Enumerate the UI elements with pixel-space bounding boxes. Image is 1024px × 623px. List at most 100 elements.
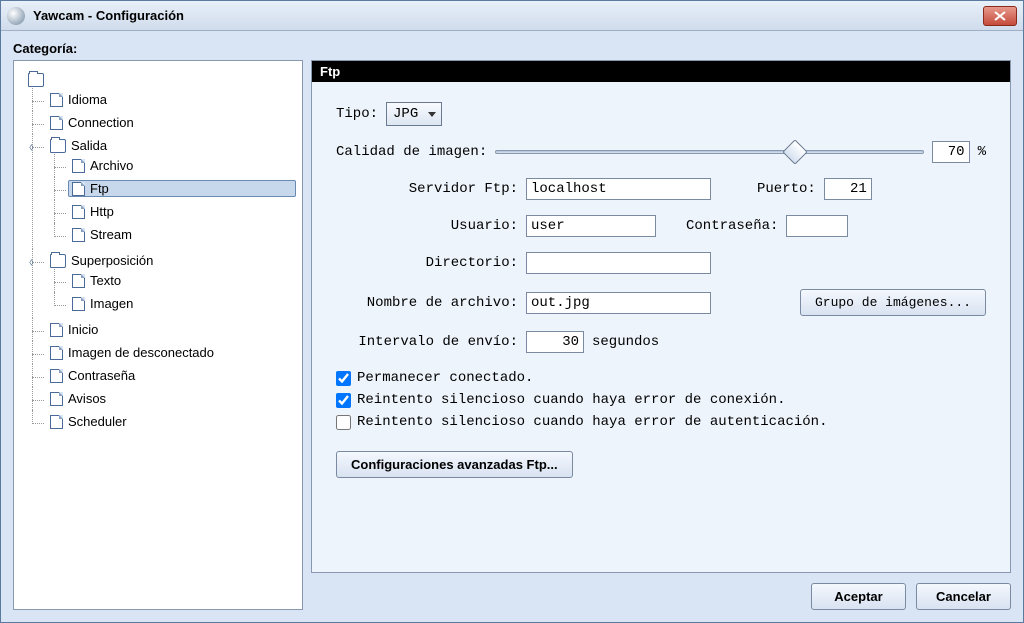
file-icon [72, 228, 85, 242]
file-icon [50, 369, 63, 383]
expander-icon[interactable]: ⬨ [27, 259, 36, 268]
row-tipo: Tipo: JPG [336, 102, 986, 126]
advanced-ftp-button[interactable]: Configuraciones avanzadas Ftp... [336, 451, 573, 478]
row-intervalo: Intervalo de envío: segundos [336, 331, 986, 353]
titlebar[interactable]: Yawcam - Configuración [1, 1, 1023, 31]
intervalo-label: Intervalo de envío: [336, 334, 518, 350]
contrasena-label: Contraseña: [686, 218, 778, 234]
intervalo-unit: segundos [592, 334, 659, 350]
tree-item-archivo[interactable]: Archivo [68, 157, 296, 174]
chk-reintento-auth-box[interactable] [336, 415, 351, 430]
tree-item-idioma[interactable]: Idioma [46, 91, 296, 108]
directorio-input[interactable] [526, 252, 711, 274]
chk-reintento-conn[interactable]: Reintento silencioso cuando haya error d… [336, 392, 986, 408]
dialog-footer: Aceptar Cancelar [311, 573, 1011, 610]
row-usuario: Usuario: Contraseña: [336, 215, 986, 237]
tree-label: Avisos [68, 391, 106, 406]
tree-item-stream[interactable]: Stream [68, 226, 296, 243]
tree-item-imagen-desconectado[interactable]: Imagen de desconectado [46, 344, 296, 361]
tree-label: Ftp [90, 181, 109, 196]
file-icon [50, 346, 63, 360]
tree-label: Scheduler [68, 414, 127, 429]
chk-reintento-conn-box[interactable] [336, 393, 351, 408]
puerto-input[interactable] [824, 178, 872, 200]
row-advanced: Configuraciones avanzadas Ftp... [336, 445, 986, 478]
tree-label: Salida [71, 138, 107, 153]
servidor-input[interactable] [526, 178, 711, 200]
window-title: Yawcam - Configuración [33, 8, 983, 23]
directorio-label: Directorio: [336, 255, 518, 271]
cancel-button[interactable]: Cancelar [916, 583, 1011, 610]
app-icon [7, 7, 25, 25]
archivo-label: Nombre de archivo: [336, 295, 518, 311]
slider-thumb[interactable] [782, 139, 807, 164]
checkbox-group: Permanecer conectado. Reintento silencio… [336, 368, 986, 430]
file-icon [72, 297, 85, 311]
slider-track [495, 150, 923, 154]
tree-label: Imagen de desconectado [68, 345, 214, 360]
calidad-label: Calidad de imagen: [336, 144, 487, 160]
tree-item-texto[interactable]: Texto [68, 272, 296, 289]
category-tree: Idioma Connection ⬨ Salida Archivo Ftp H… [20, 69, 296, 436]
tree-label: Texto [90, 273, 121, 288]
tree-label: Idioma [68, 92, 107, 107]
tree-label: Superposición [71, 253, 153, 268]
file-icon [50, 116, 63, 130]
content-area: Categoría: Idioma Connection ⬨ Salida [1, 31, 1023, 622]
row-directorio: Directorio: [336, 252, 986, 274]
config-window: Yawcam - Configuración Categoría: Idioma… [0, 0, 1024, 623]
tree-item-connection[interactable]: Connection [46, 114, 296, 131]
file-icon [72, 159, 85, 173]
tree-item-imagen[interactable]: Imagen [68, 295, 296, 312]
tree-item-inicio[interactable]: Inicio [46, 321, 296, 338]
tree-label: Imagen [90, 296, 133, 311]
chk-permanecer[interactable]: Permanecer conectado. [336, 370, 986, 386]
accept-button[interactable]: Aceptar [811, 583, 906, 610]
servidor-label: Servidor Ftp: [336, 181, 518, 197]
chk-reintento-auth[interactable]: Reintento silencioso cuando haya error d… [336, 414, 986, 430]
file-icon [50, 415, 63, 429]
folder-icon [50, 254, 66, 268]
archivo-input[interactable] [526, 292, 711, 314]
calidad-suffix: % [978, 144, 986, 160]
calidad-value-input[interactable] [932, 141, 970, 163]
tree-label: Archivo [90, 158, 133, 173]
file-icon [72, 205, 85, 219]
close-button[interactable] [983, 6, 1017, 26]
tree-label: Contraseña [68, 368, 135, 383]
tree-label: Http [90, 204, 114, 219]
tree-item-ftp[interactable]: Ftp [68, 180, 296, 197]
row-archivo: Nombre de archivo: Grupo de imágenes... [336, 289, 986, 316]
chk-reintento-auth-label: Reintento silencioso cuando haya error d… [357, 414, 827, 430]
folder-icon [50, 139, 66, 153]
usuario-label: Usuario: [336, 218, 518, 234]
tree-item-http[interactable]: Http [68, 203, 296, 220]
tree-label: Stream [90, 227, 132, 242]
row-servidor: Servidor Ftp: Puerto: [336, 178, 986, 200]
file-icon [50, 392, 63, 406]
usuario-input[interactable] [526, 215, 656, 237]
category-heading: Categoría: [13, 37, 1011, 60]
tree-item-salida[interactable]: Salida [46, 137, 296, 154]
tree-item-contrasena[interactable]: Contraseña [46, 367, 296, 384]
tipo-label: Tipo: [336, 106, 378, 122]
expander-icon[interactable]: ⬨ [27, 144, 36, 153]
calidad-slider[interactable] [495, 142, 923, 162]
tree-root[interactable] [24, 72, 296, 88]
row-calidad: Calidad de imagen: % [336, 141, 986, 163]
tree-item-avisos[interactable]: Avisos [46, 390, 296, 407]
chk-permanecer-box[interactable] [336, 371, 351, 386]
intervalo-input[interactable] [526, 331, 584, 353]
tree-item-scheduler[interactable]: Scheduler [46, 413, 296, 430]
folder-icon [28, 73, 44, 87]
file-icon [72, 274, 85, 288]
grupo-imagenes-button[interactable]: Grupo de imágenes... [800, 289, 986, 316]
file-icon [50, 323, 63, 337]
contrasena-input[interactable] [786, 215, 848, 237]
close-icon [994, 11, 1006, 21]
category-tree-panel: Idioma Connection ⬨ Salida Archivo Ftp H… [13, 60, 303, 610]
panel-body: Tipo: JPG Calidad de imagen: [312, 82, 1010, 498]
tree-label: Connection [68, 115, 134, 130]
tree-item-superposicion[interactable]: Superposición [46, 252, 296, 269]
tipo-select[interactable]: JPG [386, 102, 442, 126]
